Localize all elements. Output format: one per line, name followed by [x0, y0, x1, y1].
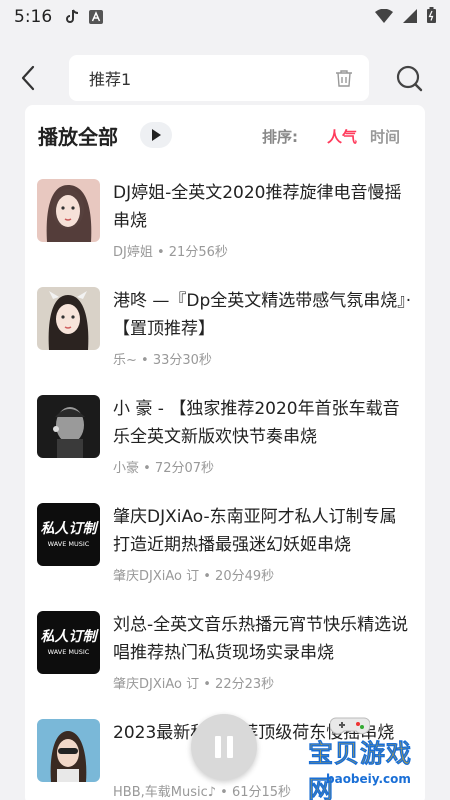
cover-thumbnail — [37, 179, 100, 242]
list-item[interactable]: 小 豪 - 【独家推荐2020年首张车载音乐全英文新版欢快节奏串烧 小豪 • 7… — [25, 391, 425, 499]
search-icon — [396, 65, 423, 92]
sort-popularity-tab[interactable]: 人气 — [327, 126, 357, 147]
sort-time-tab[interactable]: 时间 — [370, 126, 400, 147]
cover-thumbnail — [37, 719, 100, 782]
mini-player-pause-button[interactable] — [191, 714, 257, 780]
cover-thumbnail — [37, 395, 100, 458]
cover-thumbnail: 私人订制 WAVE MUSIC — [37, 503, 100, 566]
song-meta: 小豪 • 72分07秒 — [113, 461, 215, 476]
search-input-value[interactable]: 推荐1 — [89, 66, 333, 90]
battery-icon — [427, 7, 436, 27]
song-title: 港咚 —『Dp全英文精选带感气氛串烧』·【置顶推荐】 — [113, 291, 412, 339]
status-bar: 5:16 — [0, 0, 450, 34]
song-title: 肇庆DJXiAo-东南亚阿才私人订制专属打造近期热播最强迷幻妖姬串烧 — [113, 507, 397, 555]
watermark-url: baobeiy.com — [326, 772, 411, 786]
svg-text:WAVE MUSIC: WAVE MUSIC — [48, 648, 90, 656]
song-title: 小 豪 - 【独家推荐2020年首张车载音乐全英文新版欢快节奏串烧 — [113, 399, 400, 447]
svg-text:私人订制: 私人订制 — [41, 521, 100, 537]
song-meta: 肇庆DJXiAo 订 • 20分49秒 — [113, 569, 275, 584]
svg-text:WAVE MUSIC: WAVE MUSIC — [48, 540, 90, 548]
song-meta: 乐~ • 33分30秒 — [113, 353, 212, 368]
list-item[interactable]: DJ婷姐-全英文2020推荐旋律电音慢摇串烧 DJ婷姐 • 21分56秒 — [25, 175, 425, 283]
sort-label: 排序: — [262, 128, 298, 146]
cover-thumbnail: 私人订制 WAVE MUSIC — [37, 611, 100, 674]
list-header: 播放全部 排序: 人气 时间 — [25, 105, 425, 165]
search-input[interactable]: 推荐1 — [69, 55, 369, 101]
song-title: 刘总-全英文音乐热播元宵节快乐精选说唱推荐热门私货现场实录串烧 — [113, 615, 409, 663]
back-button[interactable] — [14, 64, 42, 92]
svg-text:私人订制: 私人订制 — [41, 629, 100, 645]
watermark-name: 宝贝游戏网 — [308, 739, 413, 800]
song-list-card: 播放全部 排序: 人气 时间 DJ婷姐-全英文2020推荐旋律电音慢摇串烧 DJ… — [25, 105, 425, 800]
notification-a-icon — [88, 9, 104, 25]
play-icon — [152, 129, 161, 141]
song-meta: DJ婷姐 • 21分56秒 — [113, 245, 228, 260]
song-meta: HBB,车载Music♪ • 61分15秒 — [113, 785, 292, 800]
clear-trash-icon[interactable] — [333, 67, 355, 89]
back-arrow-icon — [21, 65, 35, 91]
tiktok-icon — [64, 9, 80, 25]
list-item[interactable]: 私人订制 WAVE MUSIC 刘总-全英文音乐热播元宵节快乐精选说唱推荐热门私货… — [25, 607, 425, 715]
signal-icon — [403, 8, 417, 27]
status-time: 5:16 — [14, 7, 53, 27]
pause-icon — [227, 736, 233, 758]
song-meta: 肇庆DJXiAo 订 • 22分23秒 — [113, 677, 275, 692]
cover-thumbnail — [37, 287, 100, 350]
search-button[interactable] — [394, 63, 424, 93]
pause-icon — [215, 736, 221, 758]
play-all-label[interactable]: 播放全部 — [38, 121, 118, 150]
status-right — [375, 7, 436, 27]
wifi-icon — [375, 8, 393, 27]
list-item[interactable]: 私人订制 WAVE MUSIC 肇庆DJXiAo-东南亚阿才私人订制专属打造近期热… — [25, 499, 425, 607]
top-bar: 推荐1 — [0, 52, 450, 104]
list-item[interactable]: 港咚 —『Dp全英文精选带感气氛串烧』·【置顶推荐】 乐~ • 33分30秒 — [25, 283, 425, 391]
song-title: DJ婷姐-全英文2020推荐旋律电音慢摇串烧 — [113, 183, 402, 231]
play-all-button[interactable] — [140, 122, 172, 148]
watermark-logo: 宝贝游戏网 baobeiy.com — [300, 704, 420, 800]
